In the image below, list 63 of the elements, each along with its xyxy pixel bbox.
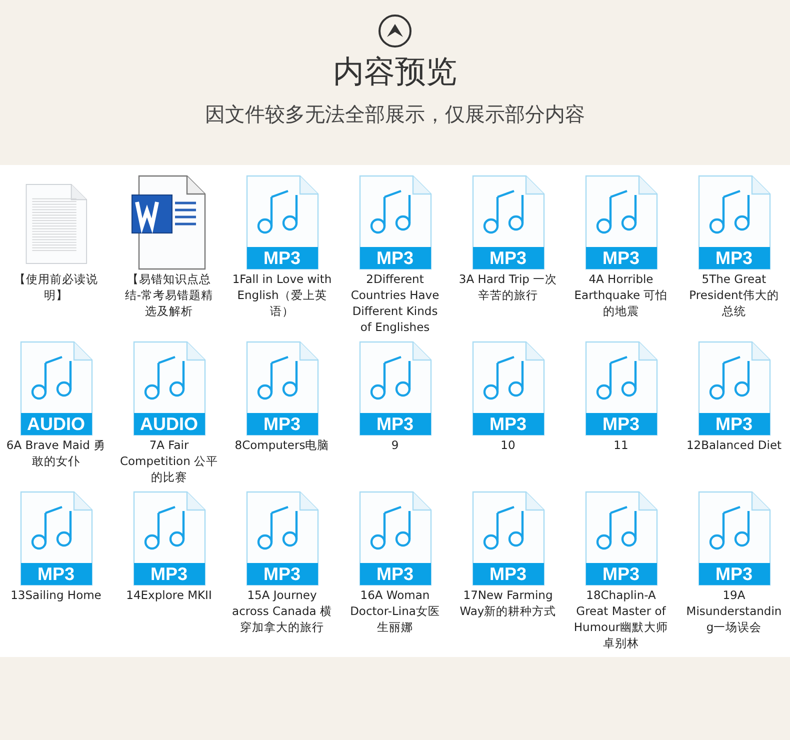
file-type-label: MP3 <box>714 248 754 268</box>
audio-file-icon <box>244 341 320 436</box>
audio-file-icon <box>696 341 772 436</box>
file-name[interactable]: 10 <box>458 437 558 453</box>
audio-file-icon <box>583 491 659 586</box>
audio-file-icon <box>244 491 320 586</box>
file-name[interactable]: 16A Woman Doctor-Lina女医生丽娜 <box>345 587 445 635</box>
file-type-label: AUDIO <box>139 414 199 434</box>
file-name[interactable]: 7A Fair Competition 公平的比赛 <box>119 437 219 485</box>
file-name[interactable]: 18Chaplin-A Great Master of Humour幽默大师卓别林 <box>571 587 671 651</box>
audio-file-icon <box>357 491 433 586</box>
audio-file-icon <box>357 175 433 270</box>
file-type-label: MP3 <box>262 564 302 584</box>
audio-file-icon <box>470 491 546 586</box>
file-name[interactable]: 15A Journey across Canada 横穿加拿大的旅行 <box>232 587 332 635</box>
file-type-label: MP3 <box>601 248 640 268</box>
audio-file-icon <box>131 341 207 436</box>
audio-file-icon <box>583 175 659 270</box>
file-type-label: MP3 <box>375 248 414 268</box>
file-name[interactable]: 1Fall in Love with English（爱上英语） <box>232 271 332 319</box>
file-type-label: MP3 <box>488 248 528 268</box>
file-name[interactable]: 14Explore MKII <box>119 587 219 603</box>
audio-file-icon <box>696 175 772 270</box>
file-type-label: MP3 <box>601 564 640 584</box>
page-subtitle: 因文件较多无法全部展示，仅展示部分内容 <box>205 101 585 128</box>
file-type-label: MP3 <box>149 564 188 584</box>
page-title: 内容预览 <box>333 53 457 92</box>
file-name[interactable]: 3A Hard Trip 一次辛苦的旅行 <box>458 271 558 303</box>
file-name[interactable]: 19A Misunderstanding一场误会 <box>684 587 784 635</box>
file-type-label: AUDIO <box>26 414 86 434</box>
word-file-icon <box>131 175 207 270</box>
file-name[interactable]: 2Different Countries Have Different Kinds of Englishes <box>345 271 445 335</box>
file-type-label: MP3 <box>714 564 754 584</box>
audio-file-icon <box>18 341 94 436</box>
file-name[interactable]: 12Balanced Diet <box>684 437 784 453</box>
audio-file-icon <box>470 341 546 436</box>
file-name[interactable]: 【使用前必读说明】 <box>6 271 106 303</box>
file-name[interactable]: 8Computers电脑 <box>232 437 332 453</box>
file-type-label: MP3 <box>375 564 414 584</box>
file-type-label: MP3 <box>714 414 754 434</box>
audio-file-icon <box>470 175 546 270</box>
file-name[interactable]: 9 <box>345 437 445 453</box>
audio-file-icon <box>696 491 772 586</box>
audio-file-icon <box>583 341 659 436</box>
audio-file-icon <box>357 341 433 436</box>
file-type-label: MP3 <box>262 248 302 268</box>
file-type-label: MP3 <box>375 414 414 434</box>
file-type-label: MP3 <box>488 564 528 584</box>
file-name[interactable]: 11 <box>571 437 671 453</box>
file-name[interactable]: 【易错知识点总结-常考易错题精选及解析 <box>119 271 219 319</box>
text-file-icon <box>24 184 88 264</box>
file-type-label: MP3 <box>262 414 302 434</box>
audio-file-icon <box>244 175 320 270</box>
file-type-label: MP3 <box>601 414 640 434</box>
file-name[interactable]: 17New Farming Way新的耕种方式 <box>458 587 558 619</box>
file-type-label: MP3 <box>36 564 76 584</box>
file-name[interactable]: 13Sailing Home <box>6 587 106 603</box>
file-name[interactable]: 4A Horrible Earthquake 可怕的地震 <box>571 271 671 319</box>
file-name[interactable]: 5The Great President伟大的总统 <box>684 271 784 319</box>
audio-file-icon <box>131 491 207 586</box>
file-name[interactable]: 6A Brave Maid 勇敢的女仆 <box>6 437 106 469</box>
file-type-label: MP3 <box>488 414 528 434</box>
audio-file-icon <box>18 491 94 586</box>
